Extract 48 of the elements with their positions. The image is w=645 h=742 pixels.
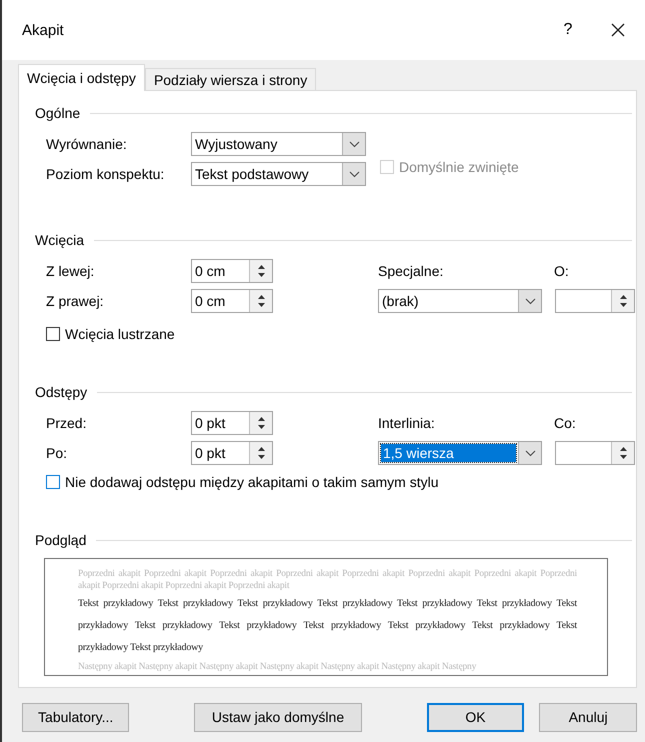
alignment-dropdown[interactable]: Wyjustowany (191, 132, 366, 156)
field-label: Z lewej: (46, 263, 96, 279)
field-label: Co: (554, 415, 576, 431)
spin-arrows-icon (618, 293, 628, 309)
before-spinbox[interactable]: 0 pkt (191, 411, 273, 435)
right-indent-spinbox[interactable]: 0 cm (191, 289, 273, 313)
spin-arrows-icon (256, 293, 266, 309)
tab[interactable]: Wcięcia i odstępy (18, 64, 145, 91)
window-title: Akapit (22, 22, 65, 38)
outline-level-dropdown[interactable]: Tekst podstawowy (191, 162, 366, 186)
tab[interactable]: Podziały wiersza i strony (144, 68, 316, 90)
field-label: Poziom konspektu: (46, 166, 166, 182)
preview-sample-text: Tekst przykładowy Tekst przykładowy Tekst przykładowy Tekst przykładowy Tekst przykładowy Tekst przykładowy Tekst przykładowy Tekst przykładowy Tekst przykładowy Tekst przykładowy Tekst przykładowy Tekst przykładowy Tekst przykładowy Tekst przykładowy (78, 597, 577, 655)
close-icon (611, 23, 625, 37)
dialog-button[interactable]: Tabulatory... (22, 702, 130, 732)
mirror-indents-checkbox[interactable]: Wcięcia lustrzane (46, 326, 175, 342)
field-label: Specjalne: (378, 263, 444, 279)
dialog-button[interactable]: OK (426, 702, 524, 732)
section-title: Odstępy (35, 384, 88, 400)
spin-arrows-icon (618, 445, 628, 461)
spin-arrows-icon (256, 263, 266, 279)
no-space-checkbox[interactable]: Nie dodawaj odstępu między akapitami o takim samym stylu (46, 474, 438, 490)
dialog-button[interactable]: Ustaw jako domyślne (194, 702, 362, 732)
line-spacing-dropdown[interactable]: 1,5 wiersza (378, 441, 542, 465)
at-spinbox[interactable] (555, 441, 635, 465)
preview-next-text: Następny akapit Następny akapit Następny akapit Następny akapit Następny akapit Następny akapit Następny (78, 661, 478, 673)
after-spinbox[interactable]: 0 pkt (191, 441, 273, 465)
preview-previous-text: Poprzedni akapit Poprzedni akapit Poprzedni akapit Poprzedni akapit Poprzedni akapit Poprzedni akapit Poprzedni akapit Poprzedni akapit Poprzedni akapit Poprzedni akapit Poprzedni akapit (78, 568, 577, 592)
field-label: Wyrównanie: (46, 136, 128, 152)
chevron-down-icon (524, 298, 536, 304)
dialog-button[interactable]: Anuluj (539, 702, 637, 732)
field-label: O: (554, 263, 569, 279)
field-label: Z prawej: (46, 293, 105, 309)
section-title: Wcięcia (35, 232, 84, 248)
spin-arrows-icon (256, 415, 266, 431)
left-indent-spinbox[interactable]: 0 cm (191, 259, 273, 283)
chevron-down-icon (524, 450, 536, 456)
by-spinbox[interactable] (555, 289, 635, 313)
section-title: Ogólne (35, 105, 80, 121)
spin-arrows-icon (256, 445, 266, 461)
field-label: Po: (46, 445, 68, 461)
chevron-down-icon (348, 170, 360, 178)
field-label: Interlinia: (378, 415, 436, 431)
special-dropdown[interactable]: (brak) (378, 289, 542, 313)
help-button[interactable]: ? (545, 10, 591, 50)
field-label: Przed: (46, 415, 88, 431)
chevron-down-icon (348, 140, 360, 148)
section-title: Podgląd (35, 532, 86, 548)
